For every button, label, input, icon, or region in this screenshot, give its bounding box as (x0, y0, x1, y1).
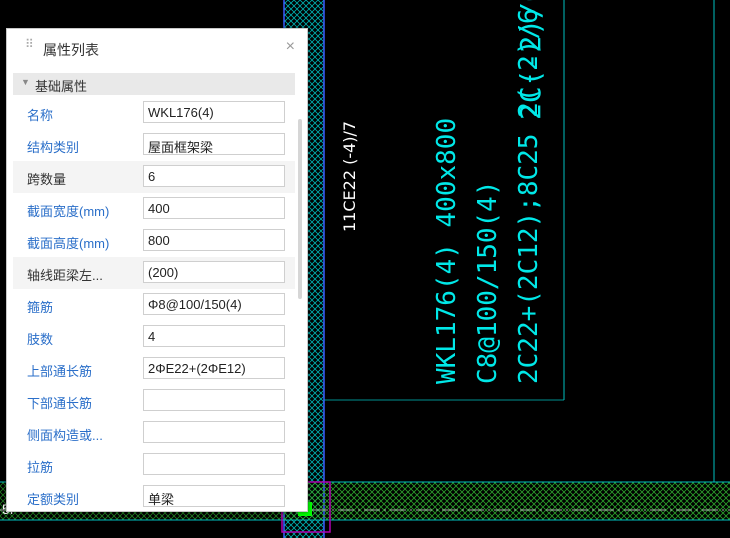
prop-value-input[interactable]: 单梁 (143, 485, 285, 507)
prop-label: 轴线距梁左... (27, 268, 103, 283)
prop-row-tie-bar: 拉筋 (13, 449, 295, 481)
prop-row-span-count: 跨数量 6 (13, 161, 295, 193)
panel-titlebar[interactable]: ⠿ 属性列表 × (7, 29, 307, 67)
group-label: 基础属性 (35, 79, 88, 94)
prop-row-section-height: 截面高度(mm) 800 (13, 225, 295, 257)
prop-value-input[interactable]: 屋面框架梁 (143, 133, 285, 155)
prop-value-input[interactable]: 800 (143, 229, 285, 251)
prop-label: 截面高度(mm) (27, 236, 110, 251)
prop-value-input[interactable]: Φ8@100/150(4) (143, 293, 285, 315)
prop-value-input[interactable]: 400 (143, 197, 285, 219)
cad-text-beam-name: WKL176(4) 400x800 (432, 117, 462, 384)
prop-value-input[interactable] (143, 421, 285, 443)
prop-row-top-rebar: 上部通长筋 2ΦE22+(2ΦE12) (13, 353, 295, 385)
prop-value-input[interactable]: 4 (143, 325, 285, 347)
beam-hatch (284, 482, 730, 520)
prop-label: 定额类别 (27, 492, 80, 507)
prop-label: 截面宽度(mm) (27, 204, 110, 219)
prop-label: 拉筋 (27, 460, 54, 475)
cad-text-11ce22: 11CE22 (-4)/7 (340, 120, 359, 232)
prop-value-input[interactable] (143, 389, 285, 411)
collapse-arrow-icon[interactable]: ▼ (21, 77, 30, 87)
prop-value-input[interactable] (143, 453, 285, 475)
prop-label: 侧面构造或... (27, 428, 103, 443)
close-icon[interactable]: × (286, 38, 295, 56)
group-basic-properties[interactable]: ▼ 基础属性 (13, 73, 295, 95)
prop-label: 名称 (27, 108, 54, 123)
prop-row-stirrup: 箍筋 Φ8@100/150(4) (13, 289, 295, 321)
panel-scrollbar[interactable] (296, 73, 304, 509)
prop-label: 箍筋 (27, 300, 54, 315)
scrollbar-thumb[interactable] (298, 119, 302, 299)
prop-row-section-width: 截面宽度(mm) 400 (13, 193, 295, 225)
properties-panel: ⠿ 属性列表 × ▼ 基础属性 名称 WKL176(4) 结构类别 屋面框架梁 … (6, 28, 308, 512)
prop-value-input[interactable]: WKL176(4) (143, 101, 285, 123)
prop-label: 下部通长筋 (27, 396, 93, 411)
prop-row-side-rebar: 侧面构造或... (13, 417, 295, 449)
prop-label: 肢数 (27, 332, 54, 347)
prop-value-input[interactable]: (200) (143, 261, 285, 283)
cad-text-stirrup: C8@100/150(4) (473, 180, 503, 385)
prop-label: 跨数量 (27, 172, 67, 187)
prop-row-structure-type: 结构类别 屋面框架梁 (13, 129, 295, 161)
prop-value-input[interactable]: 6 (143, 165, 285, 187)
prop-row-quota-type: 定额类别 单梁 (13, 481, 295, 511)
prop-row-name: 名称 WKL176(4) (13, 97, 295, 129)
prop-row-axis-offset: 轴线距梁左... (200) (13, 257, 295, 289)
cad-text-rebar: 2C22+(2C12);8C25 2(-2)/6 (514, 8, 544, 384)
drag-handle-icon[interactable]: ⠿ (25, 38, 34, 55)
panel-title: 属性列表 (43, 42, 99, 58)
prop-row-legs: 肢数 4 (13, 321, 295, 353)
prop-value-input[interactable]: 2ΦE22+(2ΦE12) (143, 357, 285, 379)
prop-label: 上部通长筋 (27, 364, 93, 379)
prop-label: 结构类别 (27, 140, 80, 155)
prop-row-bottom-rebar: 下部通长筋 (13, 385, 295, 417)
